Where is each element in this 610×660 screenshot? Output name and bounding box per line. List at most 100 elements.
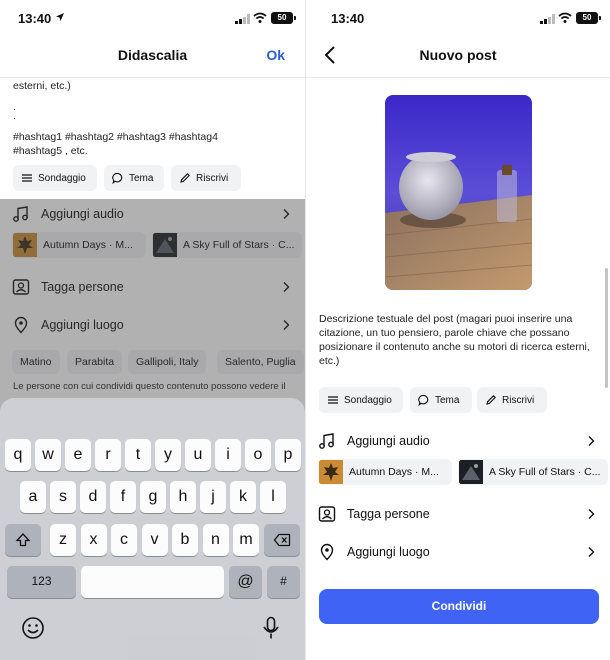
music-title: Autumn Days · M... (349, 466, 439, 478)
key-r[interactable]: r (95, 439, 121, 471)
add-location-label: Aggiungi luogo (347, 545, 430, 559)
battery-icon: 50 (271, 12, 296, 24)
numbers-key[interactable]: 123 (7, 566, 76, 598)
page-title: Nuovo post (419, 47, 497, 63)
signal-icon (540, 14, 555, 24)
music-suggestion[interactable]: Autumn Days · M... (318, 459, 452, 485)
key-t[interactable]: t (125, 439, 151, 471)
key-g[interactable]: g (140, 481, 166, 513)
poll-button[interactable]: Sondaggio (319, 387, 403, 413)
space-key[interactable] (81, 566, 224, 598)
key-s[interactable]: s (50, 481, 76, 513)
tag-people-row[interactable]: Tagga persone (318, 503, 596, 525)
key-u[interactable]: u (185, 439, 211, 471)
key-f[interactable]: f (110, 481, 136, 513)
at-key[interactable]: @ (229, 566, 262, 598)
speech-bubble-icon (418, 394, 429, 406)
location-arrow-icon (56, 13, 64, 21)
theme-label: Tema (129, 172, 154, 184)
key-x[interactable]: x (80, 524, 107, 556)
rewrite-label: Riscrivi (502, 394, 535, 406)
key-q[interactable]: q (5, 439, 31, 471)
nav-bar: Didascalia Ok (0, 38, 305, 78)
key-c[interactable]: c (111, 524, 137, 556)
pencil-icon (486, 395, 496, 405)
caption-screen: 13:40 50 Didascalia Ok esterni, etc.) . … (0, 0, 305, 660)
nav-bar: Nuovo post (306, 38, 610, 78)
page-title: Didascalia (117, 47, 188, 63)
poll-label: Sondaggio (38, 172, 86, 184)
keyboard: qwertyuiop asdfghjkl zxcvbnm 123 @ # (0, 398, 305, 660)
pencil-icon (180, 173, 190, 183)
add-audio-row[interactable]: Aggiungi audio (318, 430, 596, 452)
rewrite-label: Riscrivi (196, 172, 229, 184)
caption-text-line[interactable]: esterni, etc.) (13, 80, 71, 92)
tag-people-label: Tagga persone (347, 507, 430, 521)
key-m[interactable]: m (233, 524, 259, 556)
key-i[interactable]: i (215, 439, 241, 471)
key-l[interactable]: l (260, 481, 286, 513)
key-e[interactable]: e (65, 439, 91, 471)
album-art-autumn (319, 460, 343, 484)
person-tag-icon (318, 506, 336, 522)
theme-button[interactable]: Tema (410, 387, 472, 413)
music-suggestion[interactable]: A Sky Full of Stars · C... (458, 459, 608, 485)
backspace-key[interactable] (264, 524, 300, 556)
music-title: A Sky Full of Stars · C... (489, 466, 601, 478)
key-o[interactable]: o (245, 439, 271, 471)
ok-button[interactable]: Ok (266, 47, 285, 63)
shift-icon (15, 533, 31, 547)
add-location-row[interactable]: Aggiungi luogo (318, 541, 596, 563)
speech-bubble-icon (112, 172, 123, 184)
key-y[interactable]: y (155, 439, 181, 471)
theme-button[interactable]: Tema (104, 165, 164, 191)
list-icon (328, 396, 338, 404)
caption-hashtags[interactable]: #hashtag1 #hashtag2 #hashtag3 #hashtag4 (13, 131, 218, 143)
scrollbar[interactable] (605, 268, 608, 388)
wifi-icon (253, 12, 267, 23)
add-audio-label: Aggiungi audio (347, 434, 430, 448)
key-v[interactable]: v (141, 524, 168, 556)
key-a[interactable]: a (20, 481, 46, 513)
shift-key[interactable] (5, 524, 41, 556)
key-n[interactable]: n (202, 524, 229, 556)
rewrite-button[interactable]: Riscrivi (477, 387, 547, 413)
album-art-sky (459, 460, 483, 484)
poll-button[interactable]: Sondaggio (13, 165, 97, 191)
poll-label: Sondaggio (344, 394, 392, 406)
key-k[interactable]: k (230, 481, 256, 513)
music-note-icon (319, 433, 334, 449)
status-time: 13:40 (18, 11, 52, 26)
key-z[interactable]: z (50, 524, 76, 556)
caption-hashtags[interactable]: #hashtag5 , etc. (13, 145, 88, 157)
key-d[interactable]: d (80, 481, 106, 513)
status-bar: 13:40 50 (0, 0, 305, 38)
backspace-icon (273, 533, 291, 547)
status-time: 13:40 (331, 11, 365, 26)
signal-icon (235, 14, 250, 24)
wifi-icon (558, 12, 572, 23)
new-post-screen: 13:40 50 Nuovo post Descrizione testuale… (305, 0, 610, 660)
key-h[interactable]: h (170, 481, 196, 513)
post-photo[interactable] (385, 95, 532, 290)
location-pin-icon (320, 543, 334, 561)
key-w[interactable]: w (35, 439, 61, 471)
photo-image (385, 95, 532, 290)
list-icon (22, 174, 32, 182)
caption-dot[interactable]: . (13, 111, 16, 122)
post-description[interactable]: Descrizione testuale del post (magari pu… (319, 312, 599, 368)
key-p[interactable]: p (275, 439, 301, 471)
chevron-right-icon (588, 547, 595, 557)
microphone-icon[interactable] (262, 616, 280, 640)
share-button[interactable]: Condividi (319, 589, 599, 624)
hash-key[interactable]: # (267, 566, 300, 598)
chevron-right-icon (588, 436, 595, 446)
battery-icon: 50 (576, 12, 601, 24)
key-j[interactable]: j (200, 481, 226, 513)
chevron-right-icon (588, 509, 595, 519)
emoji-icon[interactable] (21, 616, 45, 640)
theme-label: Tema (435, 394, 460, 406)
rewrite-button[interactable]: Riscrivi (171, 165, 241, 191)
key-b[interactable]: b (172, 524, 198, 556)
status-bar: 13:40 50 (306, 0, 610, 38)
